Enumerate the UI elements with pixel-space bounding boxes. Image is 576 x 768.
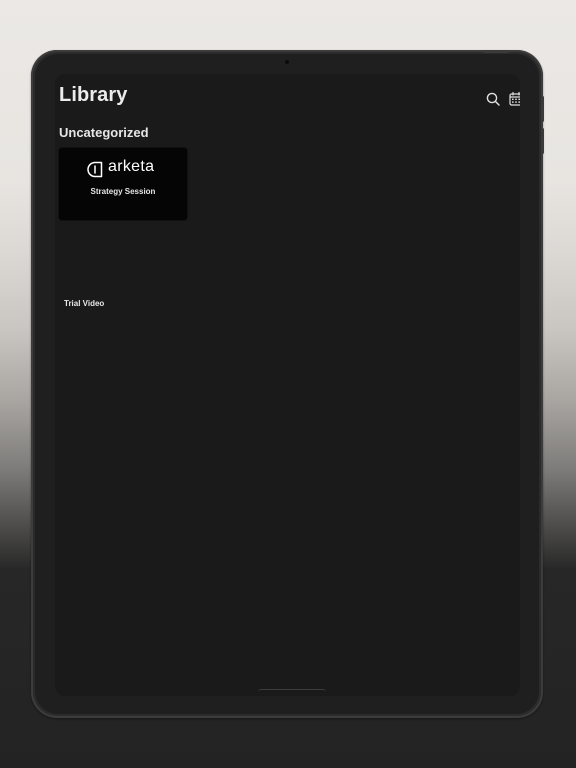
front-camera bbox=[285, 60, 289, 64]
home-indicator bbox=[258, 689, 326, 694]
volume-up-button bbox=[541, 96, 544, 122]
arketa-logo-icon bbox=[87, 161, 103, 178]
thumbnail-logo-text: arketa bbox=[108, 158, 155, 175]
calendar-button[interactable] bbox=[508, 91, 520, 107]
video-thumbnail[interactable]: arketa Strategy Session bbox=[59, 148, 187, 220]
calendar-icon bbox=[509, 91, 520, 106]
page-title: Library bbox=[59, 84, 128, 106]
thumbnail-subtitle: Strategy Session bbox=[90, 187, 156, 196]
top-button bbox=[483, 50, 509, 53]
video-title[interactable]: Trial Video bbox=[64, 299, 104, 308]
app-screen: Library Uncategorized arketa Strategy Se… bbox=[55, 74, 520, 696]
section-heading: Uncategorized bbox=[59, 125, 149, 140]
search-icon bbox=[486, 92, 500, 106]
video-card[interactable]: arketa Strategy Session Trial Video bbox=[59, 148, 187, 308]
thumbnail-logo: arketa bbox=[87, 158, 167, 181]
volume-down-button bbox=[541, 128, 544, 154]
search-button[interactable] bbox=[485, 91, 501, 107]
